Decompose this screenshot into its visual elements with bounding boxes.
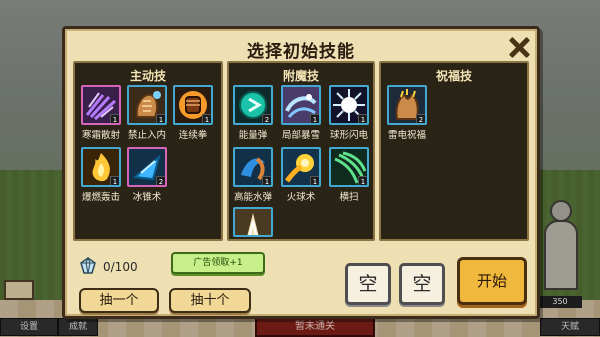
frost-scatter-icon: 1 [81, 85, 121, 125]
skill-slot-1[interactable]: 空 [345, 263, 391, 305]
skill-name: 局部暴雪 [281, 130, 320, 141]
energy-bolt-icon: 2 [233, 85, 273, 125]
blizzard-icon: 1 [281, 85, 321, 125]
no-entry-icon: 1 [127, 85, 167, 125]
diamond-count: 0/100 [103, 260, 138, 274]
skill-frost-scatter[interactable]: 1 寒霜散射 [79, 85, 123, 141]
skill-water-bolt[interactable]: 1 高能水弹 [231, 147, 275, 203]
skill-count: 1 [156, 114, 165, 123]
skill-count: 1 [358, 176, 367, 185]
skill-slot-2[interactable]: 空 [399, 263, 445, 305]
skill-count: 2 [262, 114, 271, 123]
panel-title: 主动技 [129, 69, 166, 83]
skill-count: 1 [202, 114, 211, 123]
skill-count: 1 [262, 176, 271, 185]
dialog-title: 选择初始技能 [247, 42, 355, 62]
panel-title: 附魔技 [282, 69, 319, 83]
skill-name: 寒霜散射 [81, 130, 120, 141]
skill-name: 连续拳 [178, 130, 208, 141]
skill-combo-fist[interactable]: 1 连续拳 [171, 85, 215, 141]
skill-thunder-blessing[interactable]: 2 雷电祝福 [385, 85, 429, 141]
ball-lightning-icon: 1 [329, 85, 369, 125]
skill-count: 1 [110, 176, 119, 185]
start-button[interactable]: 开始 [457, 257, 527, 305]
skill-count: 1 [310, 176, 319, 185]
enchant-skills-panel: 附魔技 2 能量弹 1 局部暴雪 1 球形闪电 1 高能水弹 1 火球术 1 横… [227, 61, 375, 241]
skill-name: 高能水弹 [233, 192, 272, 203]
skill-count: 1 [358, 114, 367, 123]
skill-fireball[interactable]: 1 火球术 [279, 147, 323, 203]
ice-cone-icon: 2 [127, 147, 167, 187]
skill-wind-pillar[interactable] [231, 207, 275, 237]
skill-name: 雷电祝福 [387, 130, 426, 141]
skill-name: 冰锥术 [132, 192, 162, 203]
skill-blizzard[interactable]: 1 局部暴雪 [279, 85, 323, 141]
sweep-icon: 1 [329, 147, 369, 187]
skill-ice-cone[interactable]: 2 冰锥术 [125, 147, 169, 203]
blaze-strike-icon: 1 [81, 147, 121, 187]
skill-name: 横扫 [339, 192, 359, 203]
watch-ad-button[interactable]: 广告领取+1 [171, 252, 265, 274]
active-skills-panel: 主动技 1 寒霜散射 1 禁止入内 1 连续拳 1 爆燃轰击 2 冰锥术 [73, 61, 223, 241]
close-icon[interactable] [507, 35, 531, 59]
skill-count: 2 [156, 176, 165, 185]
skill-sweep[interactable]: 1 横扫 [327, 147, 371, 203]
skill-count: 1 [110, 114, 119, 123]
combo-fist-icon: 1 [173, 85, 213, 125]
blessing-skills-panel: 祝福技 2 雷电祝福 [379, 61, 529, 241]
skill-select-dialog: 选择初始技能 主动技 1 寒霜散射 1 禁止入内 1 连续拳 1 爆燃轰击 2 … [62, 26, 540, 319]
skill-no-entry[interactable]: 1 禁止入内 [125, 85, 169, 141]
draw-one-button[interactable]: 抽一个 [79, 288, 159, 313]
fireball-icon: 1 [281, 147, 321, 187]
skill-name: 球形闪电 [329, 130, 368, 141]
skill-count: 2 [416, 114, 425, 123]
skill-name: 爆燃轰击 [81, 192, 120, 203]
panel-title: 祝福技 [435, 69, 472, 83]
thunder-blessing-icon: 2 [387, 85, 427, 125]
skill-blaze-strike[interactable]: 1 爆燃轰击 [79, 147, 123, 203]
wind-pillar-icon [233, 207, 273, 237]
skill-ball-lightning[interactable]: 1 球形闪电 [327, 85, 371, 141]
draw-ten-button[interactable]: 抽十个 [169, 288, 251, 313]
skill-count: 1 [310, 114, 319, 123]
skill-name: 火球术 [286, 192, 316, 203]
water-bolt-icon: 1 [233, 147, 273, 187]
skill-energy-bolt[interactable]: 2 能量弹 [231, 85, 275, 141]
diamond-icon [79, 256, 97, 275]
skill-name: 禁止入内 [127, 130, 166, 141]
skill-name: 能量弹 [238, 130, 268, 141]
